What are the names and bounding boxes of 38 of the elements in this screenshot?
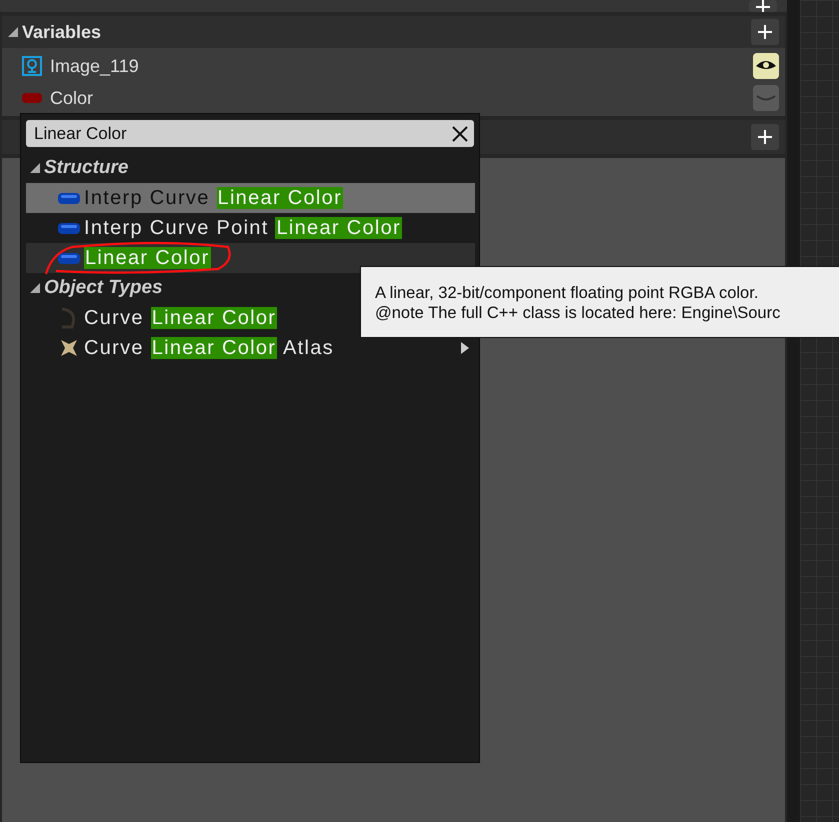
item-label: Interp Curve Linear Color	[84, 186, 344, 210]
expand-icon[interactable]	[8, 27, 18, 37]
image-icon	[22, 56, 42, 76]
splitter-bar[interactable]	[787, 0, 800, 822]
section-title: Variables	[22, 22, 102, 42]
type-item[interactable]: Interp Curve Point Linear Color	[26, 213, 475, 243]
plus-icon	[758, 130, 772, 144]
search-field[interactable]: Linear Color	[26, 120, 474, 147]
item-label: Curve Linear Color	[84, 306, 278, 330]
add-button[interactable]	[751, 124, 779, 150]
category-title: Object Types	[44, 277, 163, 299]
variable-row[interactable]: Color	[2, 82, 785, 114]
variable-name: Image_119	[50, 56, 140, 76]
close-icon[interactable]	[452, 126, 468, 142]
plus-icon	[756, 0, 770, 12]
pill-icon	[58, 222, 80, 234]
type-item[interactable]: Linear Color	[26, 243, 475, 273]
type-item[interactable]: Curve Linear Color Atlas	[26, 333, 475, 363]
item-label: Curve Linear Color Atlas	[84, 336, 334, 360]
pill-icon	[22, 93, 42, 103]
pill-icon	[58, 192, 80, 204]
expand-icon[interactable]	[30, 163, 40, 173]
plus-icon	[758, 25, 772, 39]
tooltip-text: A linear, 32-bit/component floating point RGBA color.	[375, 283, 760, 303]
type-item[interactable]: Interp Curve Linear Color	[26, 183, 475, 213]
item-label: Linear Color	[84, 246, 211, 270]
add-button[interactable]	[751, 19, 779, 45]
submenu-arrow-icon	[461, 342, 469, 354]
eye-icon[interactable]	[753, 53, 779, 79]
atlas-icon	[58, 337, 80, 359]
tooltip-text: @note The full C++ class is located here: Engine\Sourc	[375, 303, 782, 323]
item-label: Interp Curve Point Linear Color	[84, 216, 402, 240]
category-title: Structure	[44, 157, 128, 179]
add-button[interactable]	[749, 0, 777, 12]
expand-icon[interactable]	[30, 283, 40, 293]
pill-icon	[58, 252, 80, 264]
variable-row[interactable]: Image_119	[2, 50, 785, 82]
variable-name: Color	[50, 88, 94, 108]
